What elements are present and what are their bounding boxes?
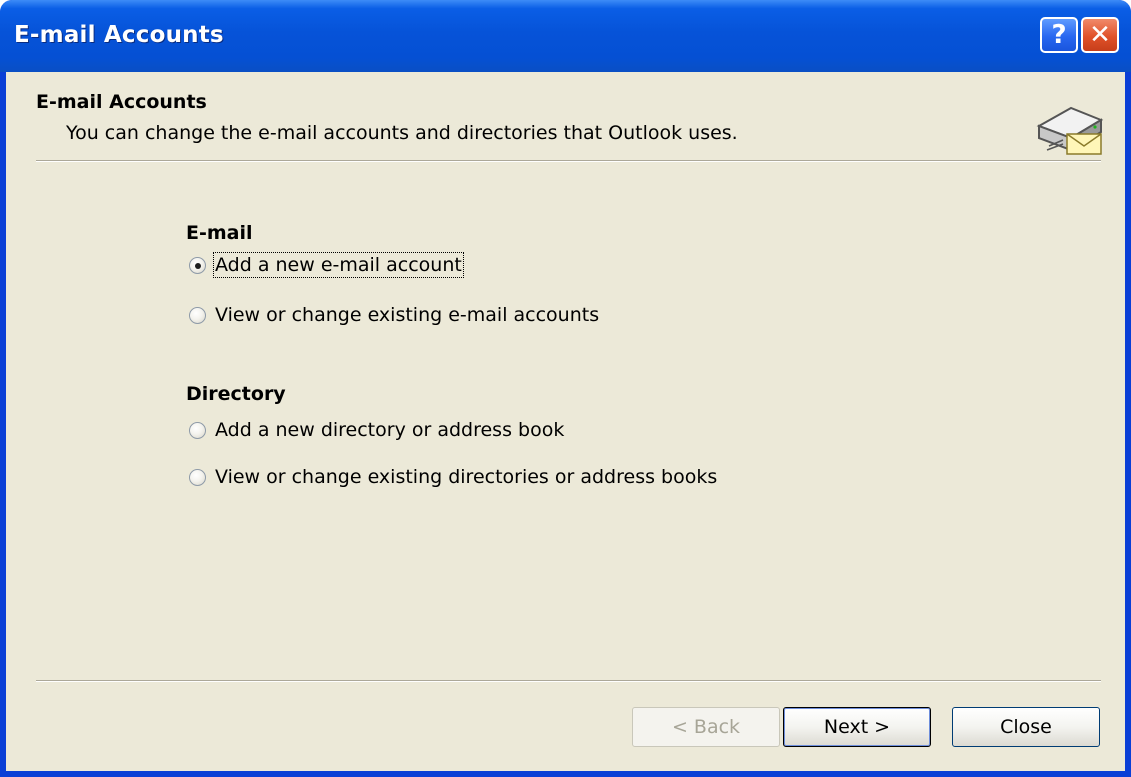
view-directories-radio[interactable] (189, 468, 206, 486)
header-divider (36, 160, 1101, 162)
email-server-icon (1036, 106, 1104, 155)
directory-section-label: Directory (186, 383, 286, 405)
add-email-account-label[interactable]: Add a new e-mail account (213, 252, 464, 278)
email-section-label: E-mail (186, 222, 253, 244)
title-bar[interactable]: E-mail Accounts ? ✕ (0, 0, 1131, 72)
email-accounts-window: E-mail Accounts ? ✕ E-mail Accounts You … (0, 0, 1131, 777)
window-title: E-mail Accounts (14, 22, 224, 48)
view-email-accounts-label[interactable]: View or change existing e-mail accounts (215, 304, 599, 326)
close-icon[interactable]: ✕ (1081, 17, 1119, 53)
close-button[interactable]: Close (952, 707, 1100, 747)
help-icon[interactable]: ? (1040, 17, 1078, 53)
view-directories-label[interactable]: View or change existing directories or a… (215, 466, 717, 488)
back-button[interactable]: < Back (632, 707, 780, 747)
dialog-body: E-mail Accounts You can change the e-mai… (6, 72, 1125, 771)
header-title: E-mail Accounts (36, 91, 207, 113)
add-directory-label[interactable]: Add a new directory or address book (215, 419, 564, 441)
add-email-account-option[interactable]: Add a new e-mail account (189, 252, 464, 278)
add-directory-option[interactable]: Add a new directory or address book (189, 417, 564, 443)
footer-divider (36, 680, 1101, 682)
view-email-accounts-option[interactable]: View or change existing e-mail accounts (189, 302, 599, 328)
view-directories-option[interactable]: View or change existing directories or a… (189, 464, 717, 490)
view-email-accounts-radio[interactable] (189, 306, 206, 324)
add-directory-radio[interactable] (189, 421, 206, 439)
header-subtitle: You can change the e-mail accounts and d… (66, 122, 738, 144)
next-button[interactable]: Next > (783, 707, 931, 747)
add-email-account-radio[interactable] (189, 256, 206, 274)
